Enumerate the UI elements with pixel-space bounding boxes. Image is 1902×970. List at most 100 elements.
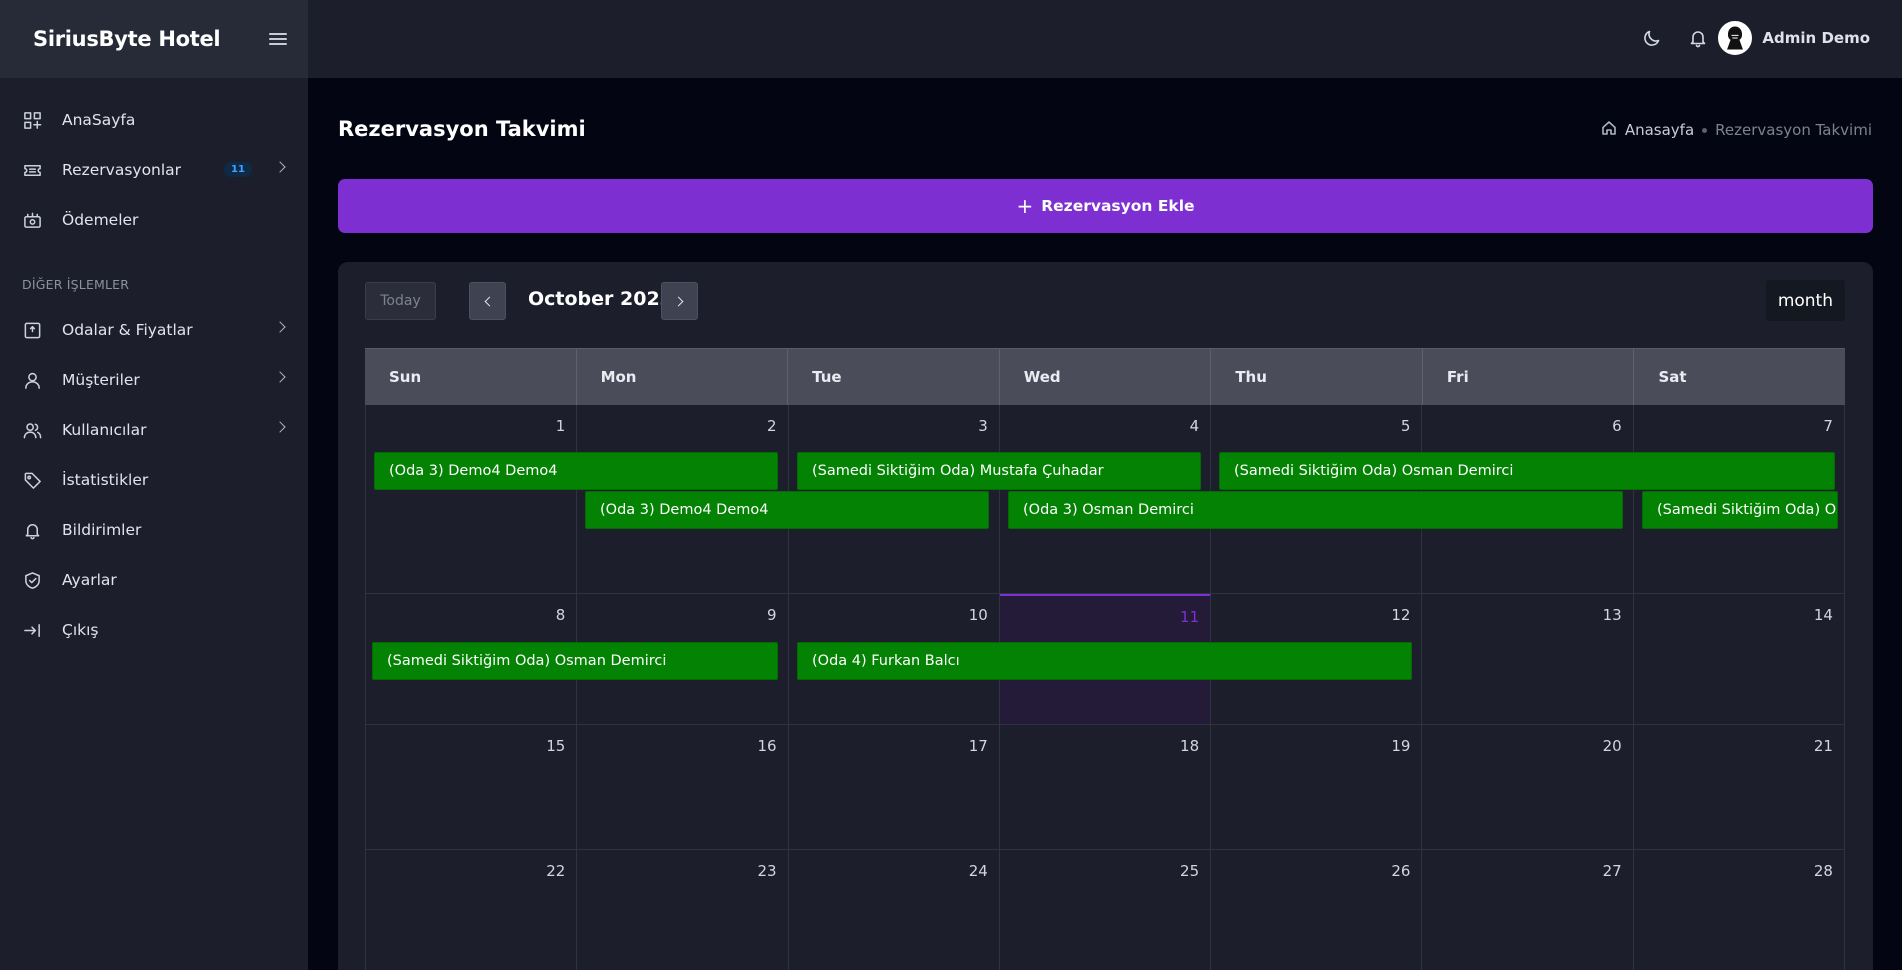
calendar-event[interactable]: (Oda 4) Furkan Balcı [797,642,1412,680]
moon-icon[interactable] [1642,28,1662,48]
day-number: 26 [1391,862,1411,880]
weekday-label: Mon [577,349,789,405]
chevron-right-icon [274,371,286,383]
calendar-event[interactable]: (Samedi Siktiğim Oda) Osman Demirci [1219,452,1835,490]
sidebar-item-kullanicilar[interactable]: Kullanıcılar [0,405,308,455]
home-icon [1601,120,1625,140]
day-number: 21 [1813,737,1833,755]
day-number: 16 [757,737,777,755]
brand-title: SiriusByte Hotel [33,27,221,51]
sidebar-item-odemeler[interactable]: Ödemeler [0,195,308,245]
sidebar-item-label: Ödemeler [62,211,139,229]
breadcrumb-current: Rezervasyon Takvimi [1715,121,1872,139]
sidebar-item-rezervasyonlar[interactable]: Rezervasyonlar 11 [0,145,308,195]
calendar-day[interactable]: 17 [789,725,1000,849]
user-menu[interactable]: Admin Demo [1718,21,1870,55]
day-number: 13 [1602,606,1622,624]
day-number: 11 [1180,608,1200,626]
day-number: 9 [767,606,777,624]
calendar-event[interactable]: (Oda 3) Demo4 Demo4 [585,491,989,529]
calendar-day[interactable]: 19 [1211,725,1423,849]
calendar-day[interactable]: 15 [365,725,578,849]
day-number: 15 [546,737,566,755]
month-view-button[interactable]: month [1765,280,1845,321]
calendar-card: Today October 2023 month Sun Mon Tue Wed… [338,262,1873,970]
bell-icon [22,520,42,540]
sidebar-item-musteriler[interactable]: Müşteriler [0,355,308,405]
calendar-event[interactable]: (Samedi Siktiğim Oda) Osm [1642,491,1838,529]
calendar-day[interactable]: 26 [1211,850,1423,970]
calendar-day[interactable]: 16 [577,725,789,849]
sidebar-item-label: Bildirimler [62,521,142,539]
section-title: DİĞER İŞLEMLER [22,277,130,292]
plus-icon: + [1016,194,1034,218]
brand-bar: SiriusByte Hotel [0,0,308,78]
calendar-day[interactable]: 28 [1634,850,1845,970]
menu-toggle-icon[interactable] [269,33,287,45]
day-number: 1 [555,417,566,435]
user-name: Admin Demo [1762,29,1870,47]
count-badge: 11 [224,162,252,177]
calendar-day[interactable]: 23 [577,850,789,970]
calendar-event[interactable]: (Oda 3) Demo4 Demo4 [374,452,778,490]
day-number: 25 [1180,862,1200,880]
sidebar-item-anasayfa[interactable]: AnaSayfa [0,95,308,145]
calendar-week: 8 9 10 11 12 13 14 (Samedi Siktiğim Oda)… [365,594,1845,725]
sidebar-item-label: Ayarlar [62,571,117,589]
sidebar-item-label: Odalar & Fiyatlar [62,321,193,339]
weekday-label: Tue [788,349,1000,405]
sidebar-item-cikis[interactable]: Çıkış [0,605,308,655]
tag-icon [22,470,42,490]
topbar: Admin Demo [308,0,1902,78]
sidebar: SiriusByte Hotel AnaSayfa Rezervasyonlar… [0,0,308,970]
calendar-day[interactable]: 18 [1000,725,1212,849]
add-reservation-button[interactable]: + Rezervasyon Ekle [338,179,1873,233]
day-number: 4 [1189,417,1200,435]
day-number: 20 [1602,737,1622,755]
day-number: 2 [767,417,777,435]
calendar-day[interactable]: 20 [1422,725,1634,849]
day-number: 22 [546,862,566,880]
calendar-day[interactable]: 1 [365,405,578,593]
sidebar-item-istatistikler[interactable]: İstatistikler [0,455,308,505]
next-month-button[interactable] [661,282,698,320]
calendar-grid: Sun Mon Tue Wed Thu Fri Sat 1 2 3 4 5 6 … [365,348,1845,970]
calendar-day[interactable]: 24 [789,850,1000,970]
calendar-event[interactable]: (Oda 3) Osman Demirci [1008,491,1623,529]
bell-icon[interactable] [1688,28,1708,48]
sidebar-item-ayarlar[interactable]: Ayarlar [0,555,308,605]
chevron-right-icon [274,421,286,433]
avatar [1718,21,1753,55]
calendar-week: 1 2 3 4 5 6 7 (Oda 3) Demo4 Demo4 (Samed… [365,405,1845,594]
users-icon [22,420,42,440]
sidebar-item-odalar[interactable]: Odalar & Fiyatlar [0,305,308,355]
day-number: 28 [1813,862,1833,880]
calendar-event[interactable]: (Samedi Siktiğim Oda) Osman Demirci [372,642,778,680]
calendar-event[interactable]: (Samedi Siktiğim Oda) Mustafa Çuhadar [797,452,1201,490]
weekday-label: Fri [1423,349,1635,405]
day-number: 7 [1823,417,1833,435]
calendar-day[interactable]: 21 [1634,725,1845,849]
day-number: 27 [1602,862,1622,880]
calendar-day[interactable]: 22 [365,850,578,970]
day-number: 3 [978,417,988,435]
dashboard-icon [22,110,42,130]
user-icon [22,370,42,390]
page-title: Rezervasyon Takvimi [338,117,586,141]
sidebar-item-label: Çıkış [62,621,99,639]
calendar-day[interactable]: 14 [1634,594,1845,724]
calendar-week: 22 23 24 25 26 27 28 [365,850,1845,970]
calendar-day[interactable]: 13 [1422,594,1634,724]
prev-month-button[interactable] [469,282,506,320]
add-reservation-label: Rezervasyon Ekle [1041,197,1195,215]
main-menu: AnaSayfa Rezervasyonlar 11 Ödemeler DİĞE… [0,78,308,655]
sidebar-item-label: Rezervasyonlar [62,161,182,179]
calendar-day[interactable]: 27 [1422,850,1634,970]
calendar-day[interactable]: 25 [1000,850,1212,970]
day-number: 6 [1612,417,1622,435]
sidebar-item-bildirimler[interactable]: Bildirimler [0,505,308,555]
today-button[interactable]: Today [365,282,436,320]
ticket-icon [22,160,42,180]
breadcrumb-separator [1702,127,1708,133]
breadcrumb-home[interactable]: Anasayfa [1625,121,1694,139]
